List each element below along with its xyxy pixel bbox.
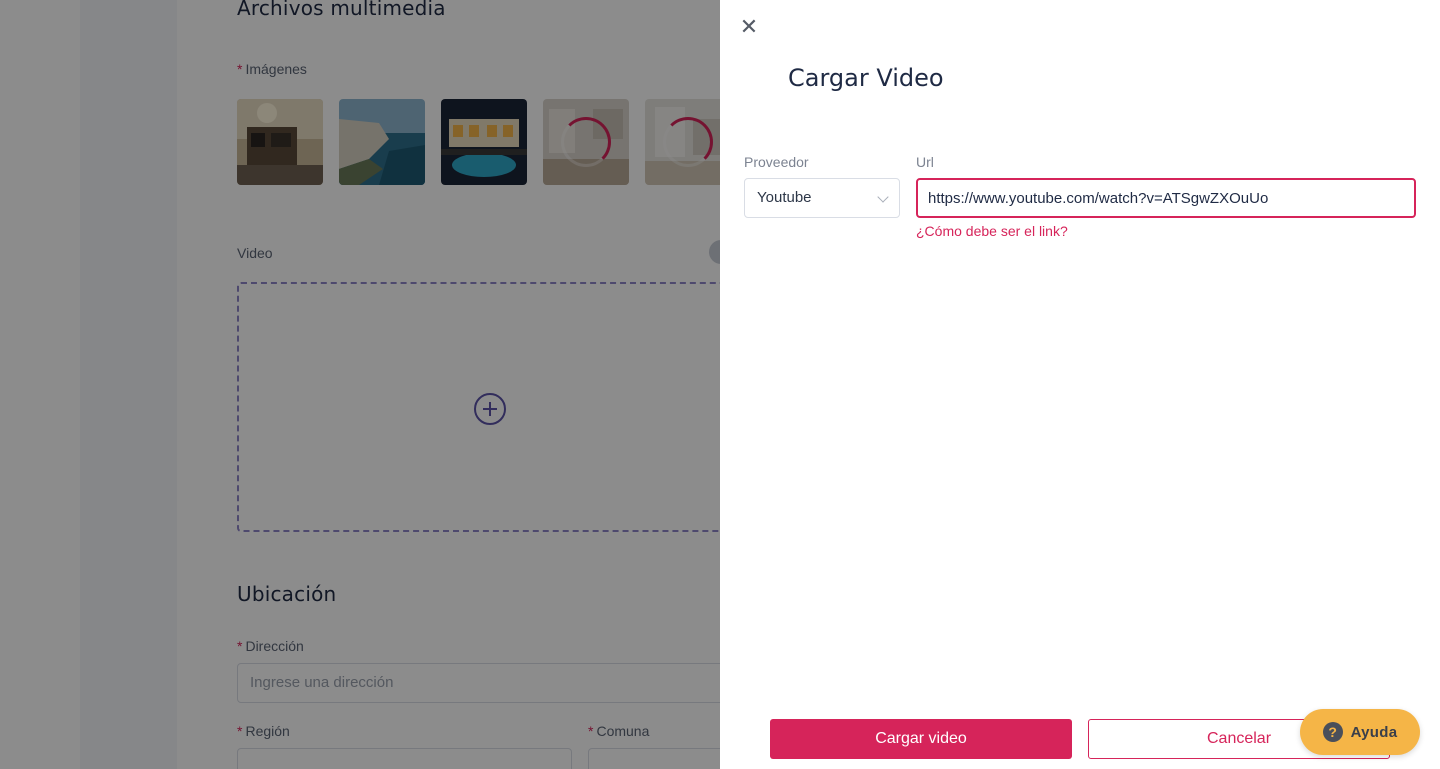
url-help-link[interactable]: ¿Cómo debe ser el link? (916, 223, 1068, 239)
url-input[interactable] (916, 178, 1416, 218)
provider-select[interactable]: Youtube (744, 178, 900, 218)
drawer-title: Cargar Video (788, 64, 944, 92)
close-icon[interactable]: ✕ (738, 16, 760, 38)
help-label: Ayuda (1350, 723, 1398, 741)
upload-video-drawer: ✕ Cargar Video Proveedor Youtube Url ¿Có… (720, 0, 1440, 769)
url-label: Url (916, 154, 934, 170)
screen: Archivos multimedia * Imágenes Video Ubi… (0, 0, 1440, 769)
provider-select-value: Youtube (757, 189, 812, 206)
provider-label: Proveedor (744, 154, 809, 170)
help-button[interactable]: ? Ayuda (1300, 709, 1420, 755)
chevron-down-icon (877, 191, 889, 203)
question-icon: ? (1322, 722, 1343, 742)
upload-video-button[interactable]: Cargar video (770, 719, 1072, 759)
